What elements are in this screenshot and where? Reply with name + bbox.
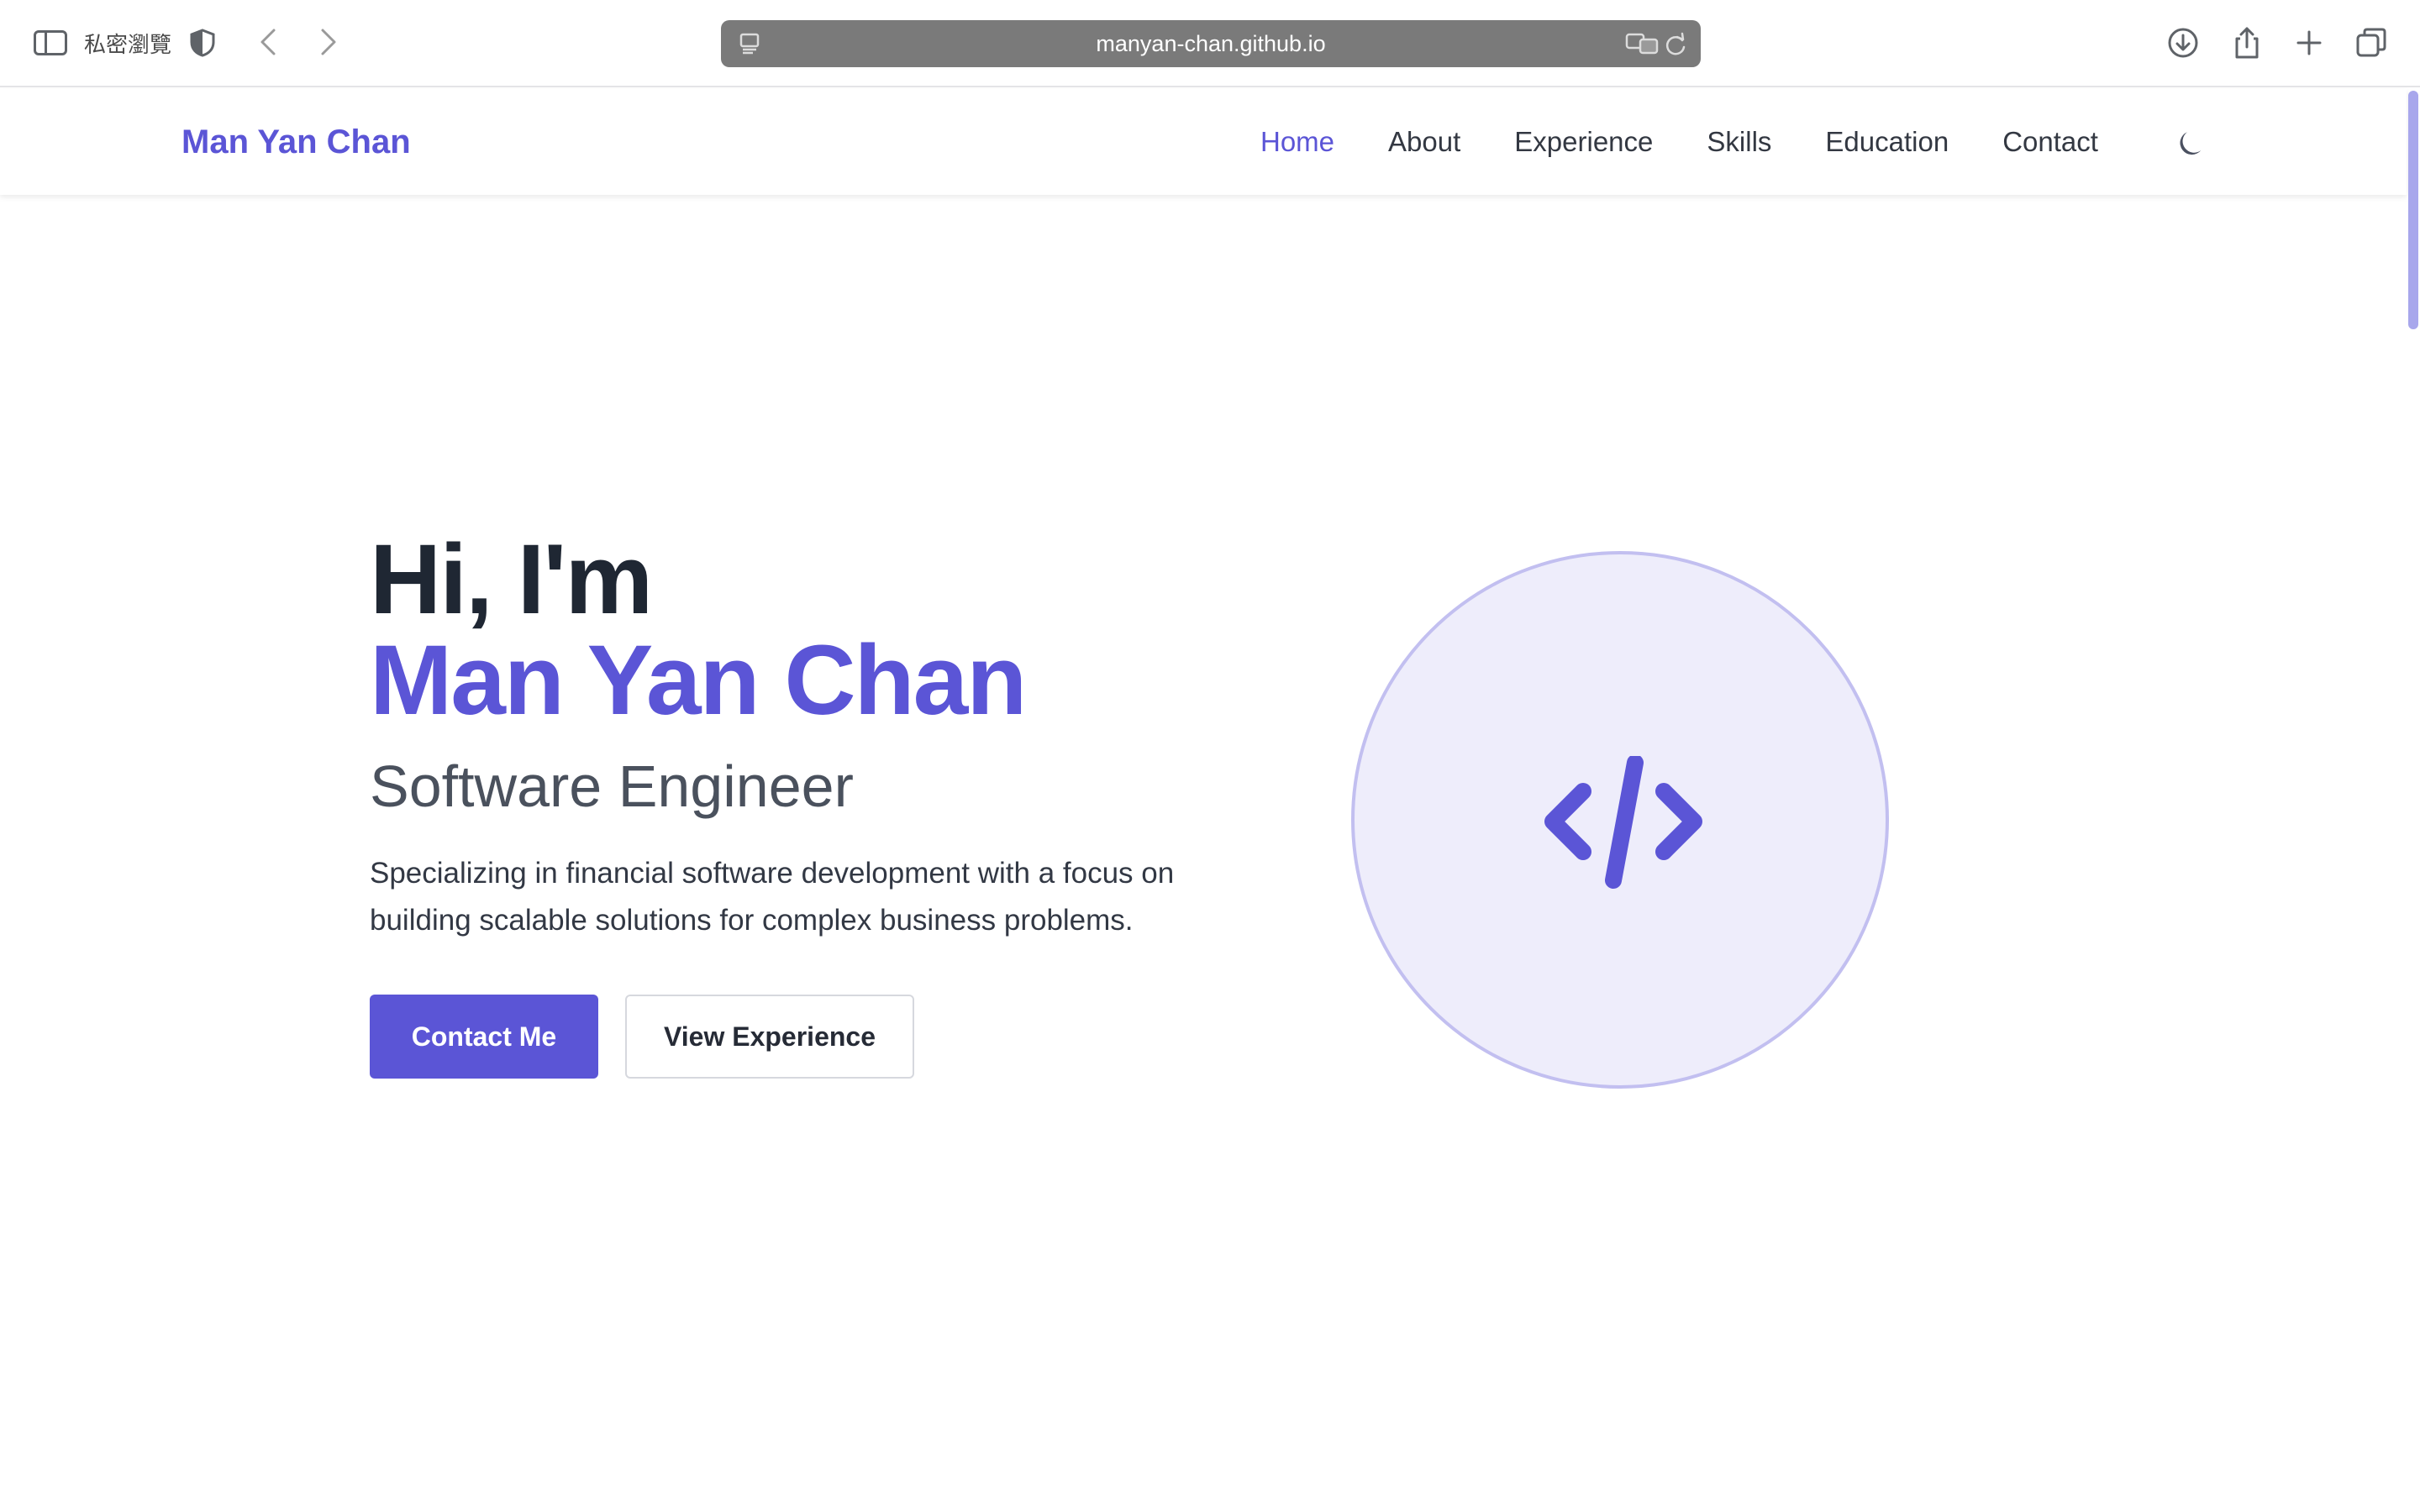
new-tab-icon[interactable] [2292,25,2326,60]
scrollbar-thumb[interactable] [2408,91,2418,329]
forward-icon[interactable] [316,27,339,57]
share-icon[interactable] [2230,25,2264,60]
contact-me-button[interactable]: Contact Me [370,995,598,1079]
back-icon[interactable] [257,27,281,57]
hero-actions: Contact Me View Experience [370,995,1294,1079]
hero-tagline-line-1: Specializing in financial software devel… [370,857,1175,890]
sidebar-icon[interactable] [34,30,67,55]
address-bar[interactable]: manyan-chan.github.io [721,20,1701,67]
hero-illustration [1351,551,1889,1089]
hero-content: Hi, I'm Man Yan Chan Software Engineer S… [370,529,1294,1079]
nav-home[interactable]: Home [1260,126,1334,158]
nav-experience[interactable]: Experience [1514,126,1653,158]
hero-greeting: Hi, I'm [370,524,653,635]
hero-tagline-line-2: building scalable solutions for complex … [370,904,1134,937]
tabs-icon[interactable] [2354,25,2388,60]
translate-icon[interactable] [1625,32,1659,55]
code-icon [1544,756,1702,889]
moon-icon[interactable] [2176,128,2208,160]
view-experience-button[interactable]: View Experience [625,995,914,1079]
nav-about[interactable]: About [1388,126,1460,158]
hero-role: Software Engineer [370,753,854,819]
site-brand[interactable]: Man Yan Chan [182,89,411,195]
url-text: manyan-chan.github.io [1096,31,1326,56]
hero-name: Man Yan Chan [370,625,1027,736]
hero-tagline: Specializing in financial software devel… [370,850,1227,944]
download-icon[interactable] [2166,25,2200,60]
reload-icon[interactable] [1664,32,1687,57]
nav-skills[interactable]: Skills [1707,126,1771,158]
nav-education[interactable]: Education [1825,126,1949,158]
sidebar-group: 私密瀏覽 [34,25,171,60]
shield-icon[interactable] [190,29,215,57]
nav-links: Home About Experience Skills Education C… [1260,89,2152,195]
nav-contact[interactable]: Contact [2002,126,2098,158]
browser-toolbar: 私密瀏覽 manyan-chan.github.io [0,0,2420,87]
site-navbar: Man Yan Chan Home About Experience Skill… [0,89,2407,195]
private-browsing-label: 私密瀏覽 [84,32,172,58]
